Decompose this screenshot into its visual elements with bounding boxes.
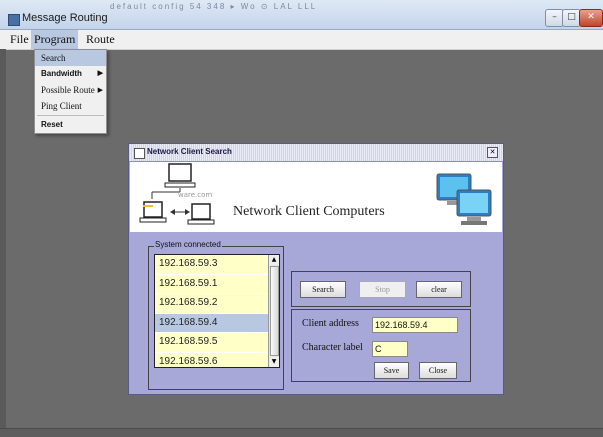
menu-item-ping-client[interactable]: Ping Client — [35, 98, 106, 114]
client-address-field[interactable]: 192.168.59.4 — [372, 317, 458, 333]
dialog-window-icon — [134, 148, 145, 159]
scroll-up-icon[interactable]: ▲ — [269, 255, 279, 265]
list-item[interactable]: 192.168.59.6 — [155, 352, 269, 367]
window-title: Message Routing — [22, 12, 108, 24]
search-controls-panel: Search Stop clear — [291, 271, 471, 307]
dialog-heading: Network Client Computers — [233, 204, 385, 219]
save-button[interactable]: Save — [374, 362, 409, 379]
dialog-close-icon[interactable]: ✕ — [487, 147, 498, 158]
clients-list[interactable]: 192.168.59.3 192.168.59.1 192.168.59.2 1… — [154, 254, 280, 368]
scroll-thumb[interactable] — [270, 266, 279, 356]
close-button[interactable]: ✕ — [579, 9, 603, 27]
menu-item-label: Possible Route — [41, 85, 95, 95]
system-connected-group: System connected 192.168.59.3 192.168.59… — [148, 240, 284, 390]
client-details-panel: Client address 192.168.59.4 Character la… — [291, 309, 471, 382]
menu-item-label: Bandwidth — [41, 69, 82, 78]
search-button[interactable]: Search — [300, 281, 346, 298]
network-client-search-dialog: Network Client Search ✕ ware.com Network… — [128, 143, 504, 395]
character-label-field[interactable]: C — [372, 341, 408, 357]
dialog-banner: ware.com Network Client Computers — [130, 162, 502, 232]
scroll-down-icon[interactable]: ▼ — [269, 357, 279, 367]
menu-item-possible-route[interactable]: Possible Route ▶ — [35, 82, 106, 98]
menu-item-bandwidth[interactable]: Bandwidth ▶ — [35, 66, 106, 82]
menu-separator — [37, 115, 104, 116]
close-dialog-button[interactable]: Close — [419, 362, 457, 379]
list-item[interactable]: 192.168.59.2 — [155, 294, 269, 314]
list-item[interactable]: 192.168.59.3 — [155, 255, 269, 275]
client-address-label: Client address — [302, 318, 359, 329]
stop-button[interactable]: Stop — [359, 281, 406, 298]
program-dropdown-menu: Search Bandwidth ▶ Possible Route ▶ Ping C… — [34, 49, 107, 134]
character-label-label: Character label — [302, 342, 363, 353]
clear-button[interactable]: clear — [416, 281, 462, 298]
menubar: File Program Route — [0, 30, 603, 50]
menu-item-reset[interactable]: Reset — [35, 117, 106, 133]
submenu-arrow-icon: ▶ — [97, 86, 103, 94]
background-window-text: default config 54 348 ▸ Wo ⊙ LAL LLL LL — [110, 2, 317, 12]
dialog-titlebar: Network Client Search ✕ — [129, 144, 503, 162]
menu-item-label: Ping Client — [41, 101, 82, 111]
network-diagram-icon: ware.com — [139, 163, 215, 225]
app-icon — [8, 14, 20, 26]
menu-route[interactable]: Route — [83, 30, 118, 49]
list-item[interactable]: 192.168.59.5 — [155, 333, 269, 353]
menu-file[interactable]: File — [7, 30, 32, 49]
computers-icon — [436, 173, 492, 225]
submenu-arrow-icon: ▶ — [97, 70, 103, 77]
window-titlebar: Message Routing default config 54 348 ▸ … — [0, 0, 603, 30]
list-item[interactable]: 192.168.59.1 — [155, 274, 269, 294]
left-border — [0, 49, 6, 434]
menu-program[interactable]: Program — [31, 30, 79, 49]
list-scrollbar[interactable]: ▲ ▼ — [268, 255, 279, 367]
system-connected-label: System connected — [154, 240, 222, 249]
menu-item-label: Reset — [41, 120, 63, 129]
list-item-selected[interactable]: 192.168.59.4 — [155, 313, 269, 333]
menu-item-search[interactable]: Search — [35, 50, 106, 66]
menu-item-label: Search — [41, 53, 66, 63]
logo-text: ware.com — [178, 191, 212, 199]
dialog-title: Network Client Search — [147, 147, 232, 156]
